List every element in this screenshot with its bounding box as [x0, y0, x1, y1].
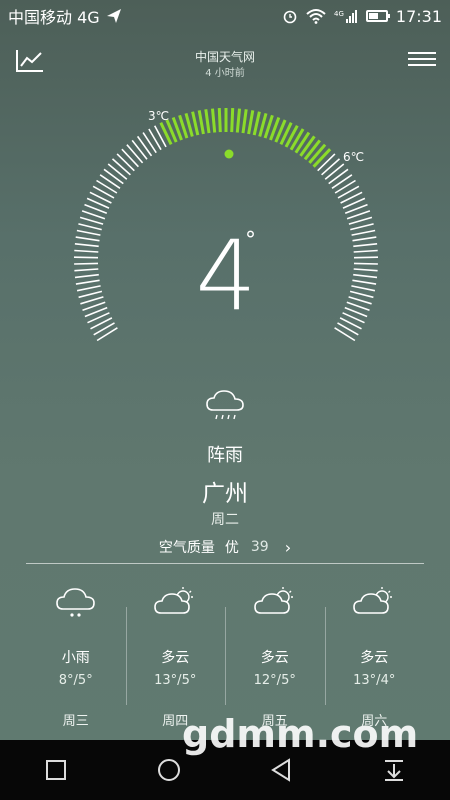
- gauge-tick: [111, 158, 131, 176]
- degree-symbol: °: [245, 228, 256, 253]
- gauge-range-tick: [258, 113, 268, 137]
- gauge-range-tick: [217, 108, 222, 133]
- battery-icon: [365, 10, 390, 22]
- status-right: 4G 17:31: [282, 7, 442, 26]
- gauge-range-tick: [230, 108, 235, 133]
- menu-icon[interactable]: [408, 48, 436, 72]
- top-bar: 中国天气网 4 小时前: [0, 40, 450, 80]
- divider: [26, 563, 424, 564]
- forecast-range: 8°/5°: [58, 673, 93, 688]
- gauge-range-tick: [184, 113, 194, 137]
- alarm-icon: [283, 10, 297, 24]
- forecast-condition: 多云: [260, 650, 289, 666]
- forecast-day[interactable]: 多云 13°/4° 周六: [324, 585, 425, 729]
- gauge-range-tick: [211, 108, 217, 133]
- partly-cloudy-icon: [154, 587, 194, 614]
- gauge-range-tick: [235, 108, 241, 133]
- partly-cloudy-icon: [253, 587, 293, 614]
- wifi-icon: [306, 9, 326, 24]
- aqi-level: 优: [224, 540, 239, 556]
- gauge-tick: [148, 128, 162, 151]
- gauge-range-tick: [191, 111, 200, 136]
- watermark: gdmm.com: [182, 712, 419, 756]
- pull-down-notification-icon[interactable]: [380, 756, 408, 784]
- min-temp-label: 3℃: [148, 109, 169, 123]
- gauge-range-tick: [303, 139, 321, 161]
- forecast-weekday: 周三: [62, 714, 89, 729]
- gauge-tick: [317, 153, 336, 172]
- aqi-label: 空气质量: [158, 540, 215, 556]
- status-left: 中国移动 4G: [8, 4, 122, 28]
- gauge-tick: [321, 158, 341, 176]
- air-quality-row[interactable]: 空气质量 优 39 ›: [0, 537, 450, 557]
- updated-label: 4 小时前: [205, 68, 245, 79]
- signal-icon: 4G: [334, 10, 357, 23]
- gauge-range-tick: [247, 110, 255, 135]
- triangle-back-icon[interactable]: [267, 756, 295, 784]
- data-source-label: 中国天气网: [194, 50, 255, 64]
- current-temperature: 4: [195, 220, 256, 332]
- chevron-right-icon[interactable]: ›: [285, 538, 291, 557]
- gauge-range-tick: [204, 109, 211, 134]
- gauge-tick: [99, 174, 121, 189]
- gauge-range-tick: [241, 109, 248, 134]
- forecast-condition: 多云: [360, 650, 389, 666]
- forecast-day[interactable]: 多云 12°/5° 周五: [225, 585, 325, 729]
- circle-home-icon[interactable]: [155, 756, 183, 784]
- status-bar: 中国移动 4G 4G 17:31: [0, 0, 450, 32]
- gauge-range-tick: [312, 148, 332, 168]
- gauge-tick: [121, 148, 139, 168]
- partly-cloudy-icon: [353, 587, 393, 614]
- gauge-tick: [96, 179, 118, 194]
- gauge-tick: [334, 179, 356, 194]
- gauge-tick: [324, 163, 345, 180]
- gauge-range-tick: [299, 135, 316, 157]
- forecast-range: 13°/5°: [154, 673, 197, 688]
- forecast-condition: 多云: [161, 650, 190, 666]
- gauge-tick: [142, 132, 157, 154]
- net-type-label: 4G: [334, 10, 344, 18]
- shower-rain-icon: [206, 390, 244, 420]
- max-temp-label: 6℃: [343, 150, 364, 164]
- gauge-tick: [328, 168, 349, 185]
- square-recents-icon[interactable]: [42, 756, 70, 784]
- light-rain-icon: [55, 588, 95, 617]
- current-condition: 阵雨: [207, 445, 243, 466]
- forecast-range: 13°/4°: [353, 673, 396, 688]
- send-icon: [106, 9, 121, 23]
- gauge-tick: [136, 135, 153, 157]
- clock: 17:31: [395, 6, 442, 26]
- gauge-tick: [107, 163, 128, 180]
- gauge-tick: [103, 168, 124, 185]
- gauge-range-tick: [197, 110, 205, 135]
- gauge-range-tick: [252, 111, 261, 136]
- city-name[interactable]: 广州: [0, 474, 450, 508]
- forecast-condition: 小雨: [61, 650, 90, 666]
- forecast-row: 小雨 8°/5° 周三 多云 13°/5° 周四 多云 12°/5° 周五 多云…: [26, 585, 425, 729]
- current-temp-dot: [224, 149, 234, 159]
- gauge-tick: [331, 174, 353, 189]
- current-weekday: 周二: [211, 512, 239, 528]
- gauge-range-tick: [308, 143, 327, 164]
- forecast-range: 12°/5°: [253, 673, 296, 688]
- gauge-tick: [116, 153, 135, 172]
- gauge-tick: [131, 139, 148, 160]
- forecast-day[interactable]: 小雨 8°/5° 周三: [26, 585, 126, 729]
- forecast-day[interactable]: 多云 13°/5° 周四: [125, 585, 226, 729]
- aqi-value: 39: [250, 539, 269, 555]
- carrier-label: 中国移动 4G: [8, 8, 100, 27]
- gauge-tick: [126, 144, 144, 164]
